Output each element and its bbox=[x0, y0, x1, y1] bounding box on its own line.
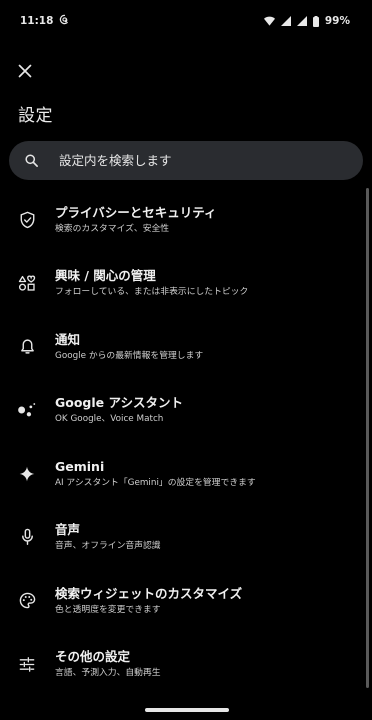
item-subtitle: Google からの最新情報を管理します bbox=[55, 350, 204, 361]
palette-icon bbox=[17, 591, 37, 611]
signal-icon bbox=[280, 16, 291, 26]
item-text: 音声 音声、オフライン音声認識 bbox=[55, 521, 161, 553]
item-subtitle: OK Google、Voice Match bbox=[55, 414, 164, 425]
item-subtitle: 色と透明度を変更できます bbox=[55, 604, 161, 615]
item-subtitle: 言語、予測入力、自動再生 bbox=[55, 668, 161, 679]
item-text: プライバシーとセキュリティ 検索のカスタマイズ、安全性 bbox=[55, 204, 217, 236]
item-title: 音声 bbox=[55, 522, 81, 538]
signal-icon-2 bbox=[296, 16, 307, 26]
item-subtitle: 音声、オフライン音声認識 bbox=[55, 541, 161, 552]
item-title: 興味 / 関心の管理 bbox=[55, 268, 156, 284]
item-subtitle: 検索のカスタマイズ、安全性 bbox=[55, 223, 170, 234]
microphone-icon bbox=[17, 527, 37, 547]
bell-icon bbox=[17, 337, 37, 357]
battery-icon bbox=[312, 15, 319, 27]
settings-screen: 11:18 99% 設定 設定内を検索します プライバシーとセキュリティ 検索の… bbox=[0, 0, 372, 720]
status-bar: 11:18 99% bbox=[0, 0, 372, 42]
item-text: 検索ウィジェットのカスタマイズ 色と透明度を変更できます bbox=[55, 585, 242, 617]
search-icon bbox=[21, 151, 41, 171]
page-title: 設定 bbox=[18, 106, 53, 126]
item-title: 検索ウィジェットのカスタマイズ bbox=[55, 585, 243, 601]
item-title: プライバシーとセキュリティ bbox=[55, 204, 217, 220]
close-icon bbox=[18, 64, 32, 78]
item-subtitle: AI アシスタント「Gemini」の設定を管理できます bbox=[55, 477, 256, 488]
settings-item-notifications[interactable]: 通知 Google からの最新情報を管理します bbox=[0, 315, 372, 379]
settings-item-other[interactable]: その他の設定 言語、予測入力、自動再生 bbox=[0, 633, 372, 697]
item-title: Google アシスタント bbox=[55, 395, 183, 411]
gesture-bar[interactable] bbox=[145, 708, 229, 712]
settings-item-privacy-security[interactable]: プライバシーとセキュリティ 検索のカスタマイズ、安全性 bbox=[0, 188, 372, 252]
settings-item-search-widget[interactable]: 検索ウィジェットのカスタマイズ 色と透明度を変更できます bbox=[0, 569, 372, 633]
status-right: 99% bbox=[263, 15, 350, 27]
interests-icon bbox=[17, 273, 37, 293]
item-text: その他の設定 言語、予測入力、自動再生 bbox=[55, 648, 161, 680]
search-bar[interactable] bbox=[9, 141, 363, 180]
item-text: 興味 / 関心の管理 フォローしている、または非表示にしたトピック bbox=[55, 267, 248, 299]
status-left: 11:18 bbox=[20, 14, 70, 28]
scrollbar[interactable] bbox=[366, 188, 369, 688]
item-text: 通知 Google からの最新情報を管理します bbox=[55, 331, 203, 363]
item-title: 通知 bbox=[55, 331, 81, 347]
settings-list: プライバシーとセキュリティ 検索のカスタマイズ、安全性 興味 / 関心の管理 フ… bbox=[0, 188, 372, 696]
search-input[interactable] bbox=[59, 153, 329, 168]
wifi-icon bbox=[263, 16, 275, 26]
sliders-icon bbox=[17, 654, 37, 674]
battery-percent: 99% bbox=[324, 15, 350, 27]
shield-check-icon bbox=[17, 210, 37, 230]
item-text: Google アシスタント OK Google、Voice Match bbox=[55, 394, 183, 426]
threads-icon bbox=[59, 14, 70, 28]
item-title: Gemini bbox=[55, 458, 105, 474]
settings-item-interests[interactable]: 興味 / 関心の管理 フォローしている、または非表示にしたトピック bbox=[0, 252, 372, 316]
sparkle-icon bbox=[17, 464, 37, 484]
item-text: Gemini AI アシスタント「Gemini」の設定を管理できます bbox=[55, 458, 256, 490]
settings-item-voice[interactable]: 音声 音声、オフライン音声認識 bbox=[0, 506, 372, 570]
assistant-icon bbox=[17, 400, 37, 420]
item-title: その他の設定 bbox=[55, 649, 131, 665]
item-subtitle: フォローしている、または非表示にしたトピック bbox=[55, 287, 249, 298]
status-time: 11:18 bbox=[20, 15, 54, 27]
close-button[interactable] bbox=[12, 58, 38, 84]
settings-item-google-assistant[interactable]: Google アシスタント OK Google、Voice Match bbox=[0, 379, 372, 443]
settings-item-gemini[interactable]: Gemini AI アシスタント「Gemini」の設定を管理できます bbox=[0, 442, 372, 506]
